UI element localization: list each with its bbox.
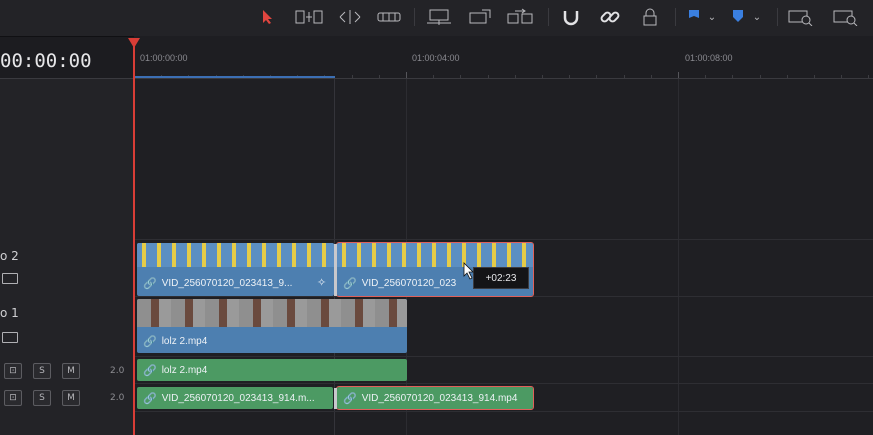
marker-icon[interactable] <box>730 6 746 28</box>
clip-name: VID_256070120_023413_914.m... <box>161 393 315 404</box>
link-icon: 🔗 <box>143 365 157 377</box>
effects-icon: ✧ <box>317 276 327 289</box>
dynamic-trim-icon[interactable] <box>336 6 364 28</box>
track-volume: 2.0 <box>110 366 125 376</box>
audio-track-type-icon[interactable]: ⊡ <box>4 363 22 379</box>
clip-name: lolz 2.mp4 <box>161 336 208 347</box>
link-icon: 🔗 <box>143 393 157 405</box>
insert-icon[interactable] <box>424 6 454 28</box>
link-icon: 🔗 <box>143 336 157 348</box>
audio-track-type-icon[interactable]: ⊡ <box>4 390 22 406</box>
playhead-line[interactable] <box>133 44 135 435</box>
clip-label: 🔗 VID_256070120_023413_914.m... <box>143 392 315 405</box>
clip-name: VID_256070120_023413_9... <box>161 278 293 289</box>
zoom-detail-icon[interactable] <box>832 6 860 28</box>
clip-name: VID_256070120_023413_914.mp4 <box>361 393 518 404</box>
flag-dropdown-chevron-icon[interactable]: ⌄ <box>705 6 719 28</box>
grid-line <box>678 79 679 435</box>
trim-icon[interactable] <box>294 6 324 28</box>
mouse-cursor-icon <box>463 262 475 284</box>
track-divider <box>134 296 873 297</box>
mute-button[interactable]: M <box>62 390 80 406</box>
clip-label: 🔗 lolz 2.mp4 <box>143 364 207 377</box>
clip-thumbnails <box>337 243 533 267</box>
ruler-label: 01:00:08:00 <box>685 53 733 63</box>
track-divider <box>134 356 873 357</box>
clip-label: 🔗 VID_256070120_023413_9... <box>143 277 292 290</box>
track-divider <box>134 411 873 412</box>
flag-icon[interactable] <box>686 6 702 28</box>
marker-dropdown-chevron-icon[interactable]: ⌄ <box>750 6 764 28</box>
track-name-video-1[interactable]: o 1 <box>0 306 19 320</box>
link-icon: 🔗 <box>343 278 357 290</box>
toolbar-divider <box>414 8 415 26</box>
track-headers: o 2 o 1 ⊡ S M 2.0 ⊡ S M 2.0 <box>0 79 134 435</box>
clip-name: VID_256070120_023 <box>361 278 457 289</box>
toolbar-divider <box>777 8 778 26</box>
video-clip[interactable]: 🔗 VID_256070120_023413_9... ✧ <box>137 243 334 296</box>
edit-point-marker[interactable] <box>334 244 337 296</box>
toolbar-divider <box>548 8 549 26</box>
trim-offset-tooltip: +02:23 <box>473 267 529 289</box>
replace-icon[interactable] <box>505 6 535 28</box>
selection-arrow-icon[interactable] <box>259 6 277 28</box>
track-output-icon[interactable] <box>2 273 18 284</box>
clip-label: 🔗 VID_256070120_023 <box>343 277 456 290</box>
audio-clip[interactable]: 🔗 VID_256070120_023413_914.m... <box>137 387 333 409</box>
linked-selection-icon[interactable] <box>598 6 622 28</box>
timecode-display: 00:00:00 <box>0 50 92 72</box>
mute-button[interactable]: M <box>62 363 80 379</box>
track-divider <box>134 383 873 384</box>
clip-label: 🔗 lolz 2.mp4 <box>143 335 207 348</box>
clip-thumbnails <box>137 243 334 267</box>
edit-point-marker[interactable] <box>334 388 337 409</box>
overwrite-icon[interactable] <box>466 6 494 28</box>
position-lock-icon[interactable] <box>639 6 661 28</box>
solo-button[interactable]: S <box>33 390 51 406</box>
ruler-label: 01:00:04:00 <box>412 53 460 63</box>
ruler-label: 01:00:00:00 <box>140 53 188 63</box>
track-output-icon[interactable] <box>2 332 18 343</box>
timeline-ruler[interactable]: 01:00:00:00 01:00:04:00 01:00:08:00 <box>134 36 873 78</box>
blade-icon[interactable] <box>376 6 402 28</box>
track-divider <box>134 239 873 240</box>
link-icon: 🔗 <box>143 278 157 290</box>
clip-label: 🔗 VID_256070120_023413_914.mp4 <box>343 392 517 405</box>
solo-button[interactable]: S <box>33 363 51 379</box>
clip-thumbnails <box>137 299 407 327</box>
track-name-video-2[interactable]: o 2 <box>0 249 19 263</box>
snapping-icon[interactable] <box>560 6 582 28</box>
audio-clip-selected[interactable]: 🔗 VID_256070120_023413_914.mp4 <box>336 386 534 410</box>
clip-name: lolz 2.mp4 <box>161 365 208 376</box>
video-clip[interactable]: 🔗 lolz 2.mp4 <box>137 299 407 353</box>
audio-clip[interactable]: 🔗 lolz 2.mp4 <box>137 359 407 381</box>
zoom-full-icon[interactable] <box>787 6 815 28</box>
toolbar-divider <box>675 8 676 26</box>
link-icon: 🔗 <box>343 393 357 405</box>
playhead-handle[interactable] <box>128 38 140 48</box>
track-volume: 2.0 <box>110 393 125 403</box>
timeline-toolbar: ⌄ ⌄ <box>0 0 873 37</box>
